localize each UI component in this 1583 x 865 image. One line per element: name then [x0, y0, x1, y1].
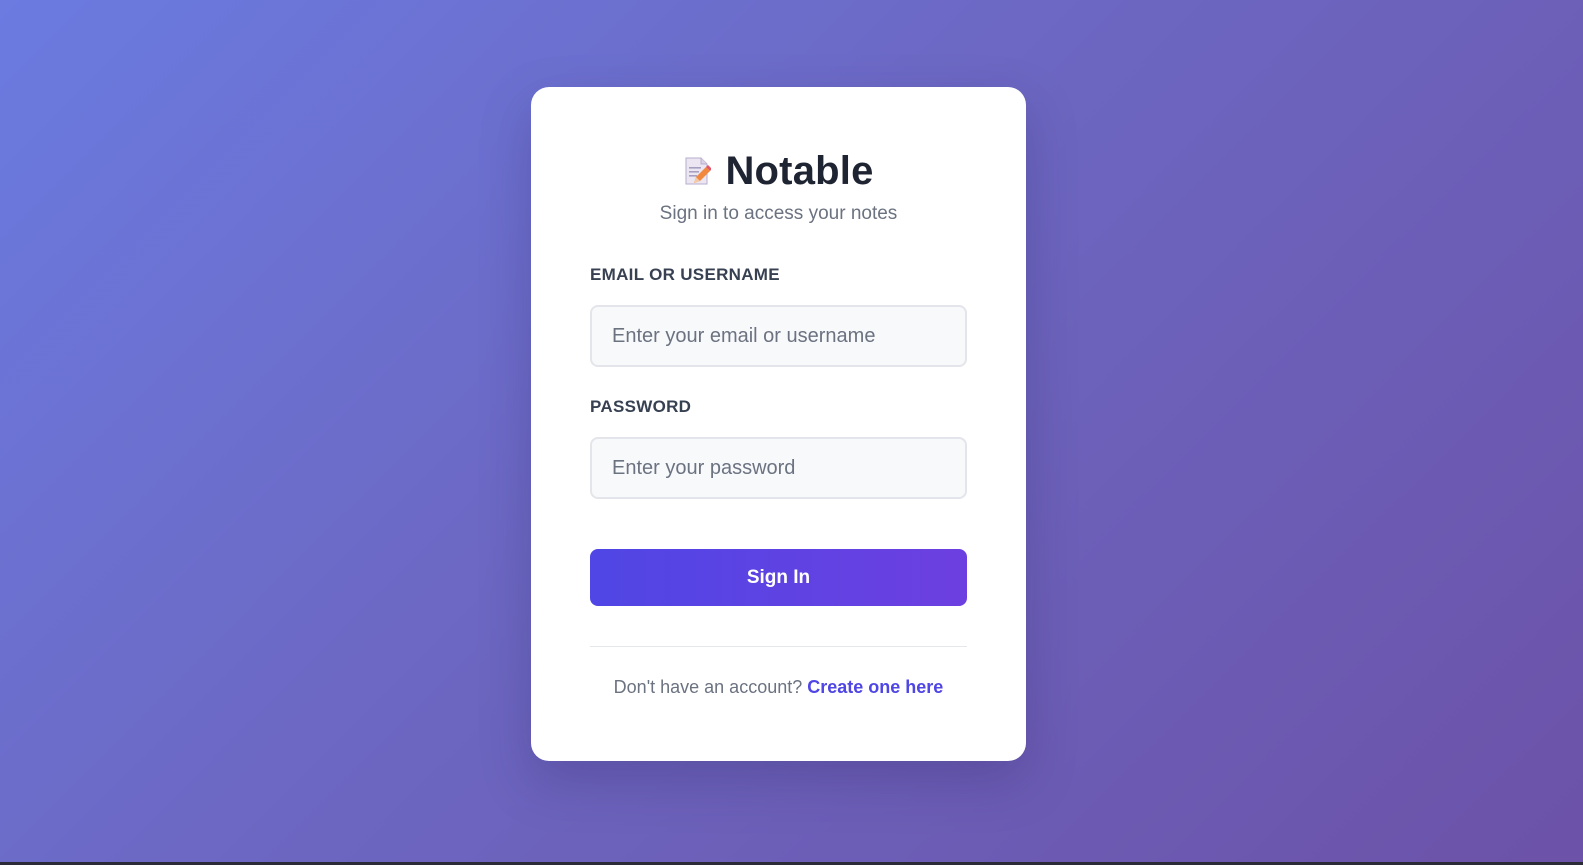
- memo-pencil-icon: [683, 156, 713, 186]
- password-input[interactable]: [590, 437, 967, 499]
- page-subtitle: Sign in to access your notes: [659, 203, 898, 224]
- email-username-input[interactable]: [590, 305, 967, 367]
- email-label: EMAIL OR USERNAME: [590, 265, 780, 284]
- sign-in-button[interactable]: Sign In: [590, 549, 967, 606]
- login-card: Notable Sign in to access your notes EMA…: [531, 87, 1026, 761]
- app-title: Notable: [725, 148, 874, 193]
- divider: [590, 646, 967, 647]
- create-account-link[interactable]: Create one here: [807, 677, 943, 697]
- password-label: PASSWORD: [590, 397, 692, 416]
- brand-header: Notable: [590, 149, 967, 193]
- signup-prompt: Don't have an account? Create one here: [590, 677, 967, 698]
- signup-prompt-text: Don't have an account?: [613, 677, 803, 697]
